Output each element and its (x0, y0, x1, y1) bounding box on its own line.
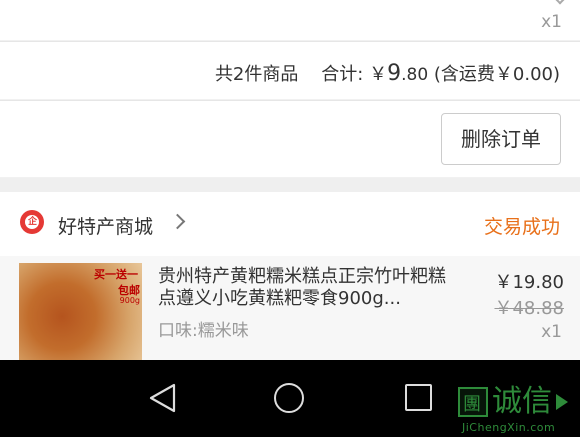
watermark-logo-icon: 團 (458, 387, 488, 417)
chevron-right-icon[interactable] (169, 213, 186, 230)
store-logo-icon: 企 (20, 210, 44, 234)
total-currency: ￥ (369, 64, 388, 85)
total-int: 9 (387, 61, 402, 86)
store-logo-mark: 企 (28, 217, 38, 227)
order-actions: 删除订单 (0, 100, 580, 177)
previous-item-quantity: x1 (541, 12, 562, 32)
product-row[interactable]: 买一送一 包邮 900g 贵州特产黄粑糯米糕点正宗竹叶粑糕点遵义小吃黄糕粑零食9… (0, 256, 580, 360)
shipping-text: (含运费￥0.00) (433, 64, 560, 85)
product-thumbnail[interactable]: 买一送一 包邮 900g (19, 263, 142, 360)
home-icon[interactable] (274, 383, 304, 413)
order-status: 交易成功 (483, 216, 560, 238)
watermark-url: JiChengXin.com (462, 421, 556, 434)
product-title: 贵州特产黄粑糯米糕点正宗竹叶粑糕点遵义小吃黄糕粑零食900g... (158, 266, 446, 309)
product-quantity: x1 (541, 322, 562, 342)
item-count: 共2件商品 (214, 64, 299, 85)
thumb-promo-3: 900g (119, 296, 140, 305)
watermark: 團 诚信 JiChengXin.com (458, 384, 578, 437)
back-icon[interactable] (148, 383, 178, 413)
order-summary: 共2件商品 合计: ￥9.80 (含运费￥0.00) (0, 41, 580, 99)
chevron-icon (551, 0, 569, 5)
play-icon (556, 394, 568, 410)
watermark-text: 诚信 (492, 384, 552, 419)
store-header[interactable]: 企 好特产商城 交易成功 (0, 192, 580, 256)
order-summary-line: 共2件商品 合计: ￥9.80 (含运费￥0.00) (215, 60, 560, 86)
total-label: 合计: (321, 64, 364, 85)
total-dec: .80 (401, 65, 429, 85)
delete-order-button[interactable]: 删除订单 (441, 113, 561, 165)
product-original-price: ￥48.88 (494, 298, 564, 319)
product-spec: 口味:糯米味 (158, 321, 249, 341)
recent-apps-icon[interactable] (405, 384, 432, 411)
section-divider (0, 178, 580, 192)
product-price: ￥19.80 (494, 272, 564, 293)
store-name[interactable]: 好特产商城 (58, 212, 153, 239)
previous-item-row: x1 (0, 0, 580, 40)
thumb-promo-1: 买一送一 (94, 268, 138, 281)
